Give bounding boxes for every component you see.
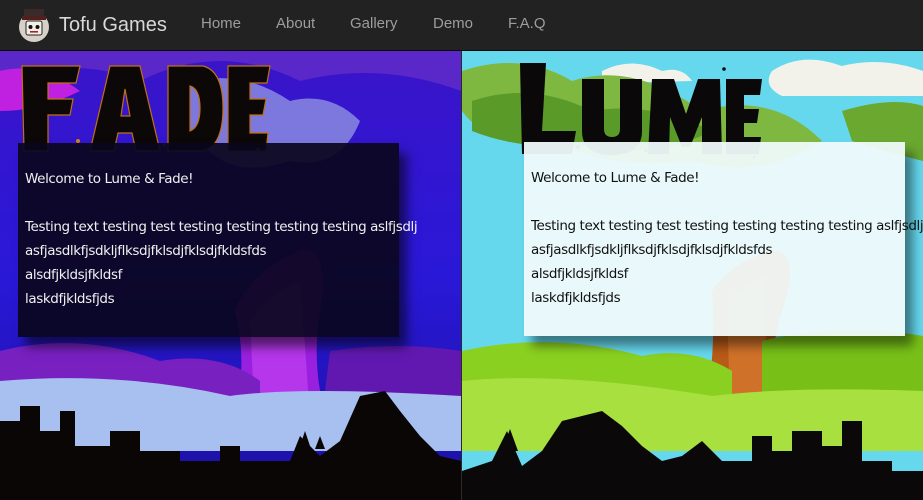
body-line: asfjasdlkfjsdkljflksdjfklsdjfklsdjfkldsf… bbox=[25, 243, 267, 259]
tofu-mascot-icon bbox=[18, 7, 50, 43]
nav-demo[interactable]: Demo bbox=[433, 15, 473, 32]
lume-panel: Welcome to Lume & Fade! Testing text tes… bbox=[462, 51, 923, 500]
body-line: laskdfjkldsfjds bbox=[25, 291, 115, 307]
body-line: alsdfjkldsjfkldsf bbox=[25, 267, 122, 283]
body-line: Testing text testing test testing testin… bbox=[25, 219, 418, 235]
fade-panel: Welcome to Lume & Fade! Testing text tes… bbox=[0, 51, 461, 500]
welcome-text: Welcome to Lume & Fade! bbox=[25, 171, 194, 187]
navbar: Tofu Games Home About Gallery Demo F.A.Q bbox=[0, 0, 923, 51]
fade-info-card: Welcome to Lume & Fade! Testing text tes… bbox=[18, 143, 418, 337]
welcome-text: Welcome to Lume & Fade! bbox=[531, 170, 700, 186]
brand-title: Tofu Games bbox=[59, 13, 167, 36]
brand-link[interactable]: Tofu Games bbox=[18, 5, 167, 45]
nav-faq[interactable]: F.A.Q bbox=[508, 15, 546, 32]
nav-about[interactable]: About bbox=[276, 15, 315, 32]
nav-home[interactable]: Home bbox=[201, 15, 241, 32]
body-line: laskdfjkldsfjds bbox=[531, 290, 621, 306]
nav-gallery[interactable]: Gallery bbox=[350, 15, 398, 32]
body-line: asfjasdlkfjsdkljflksdjfklsdjfklsdjfkldsf… bbox=[531, 242, 773, 258]
lume-info-card: Welcome to Lume & Fade! Testing text tes… bbox=[524, 142, 923, 336]
body-line: alsdfjkldsjfkldsf bbox=[531, 266, 628, 282]
body-line: Testing text testing test testing testin… bbox=[531, 218, 923, 234]
